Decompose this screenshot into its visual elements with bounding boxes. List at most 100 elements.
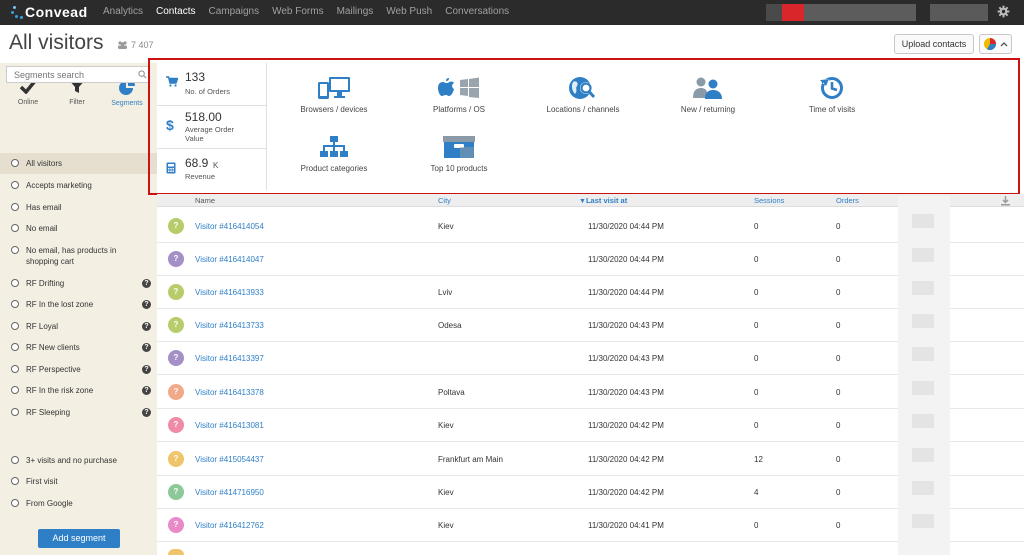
convead-logo[interactable]: Convead: [10, 2, 88, 22]
visitor-city: Lviv: [438, 288, 453, 297]
radio-button[interactable]: [11, 386, 19, 394]
redacted-cell: [912, 214, 934, 228]
help-icon[interactable]: ?: [142, 408, 151, 417]
radio-button[interactable]: [11, 203, 19, 211]
table-row[interactable]: ? Visitor #416414047 11/30/2020 04:44 PM…: [157, 243, 1024, 276]
help-icon[interactable]: ?: [142, 300, 151, 309]
visitor-name-link[interactable]: Visitor #416413933: [195, 288, 264, 297]
visitor-city: Kiev: [438, 222, 454, 231]
segment-label: No email: [26, 224, 58, 233]
nav-contacts[interactable]: Contacts: [156, 6, 195, 17]
online-tool-label: Online: [17, 99, 39, 106]
visitor-orders: 0: [836, 354, 841, 363]
nav-mailings[interactable]: Mailings: [337, 6, 374, 17]
visitor-last-visit: 11/30/2020 04:43 PM: [588, 388, 664, 397]
table-row[interactable]: ? Visitor #416413397 11/30/2020 04:43 PM…: [157, 342, 1024, 375]
redacted-cell: [912, 514, 934, 528]
table-row[interactable]: ? Visitor #416413733 Odesa 11/30/2020 04…: [157, 309, 1024, 342]
nav-analytics[interactable]: Analytics: [103, 6, 143, 17]
column-orders[interactable]: Orders: [836, 196, 859, 205]
avatar: ?: [168, 317, 184, 333]
help-icon[interactable]: ?: [142, 365, 151, 374]
segments-tool[interactable]: Segments: [107, 79, 147, 107]
visitor-name-link[interactable]: Visitor #416413081: [195, 421, 264, 430]
nav-web-forms[interactable]: Web Forms: [272, 6, 324, 17]
nav-conversations[interactable]: Conversations: [445, 6, 509, 17]
online-tool[interactable]: Online: [8, 79, 48, 106]
radio-button[interactable]: [11, 181, 19, 189]
radio-button[interactable]: [11, 365, 19, 373]
table-row[interactable]: ? Visitor #416412762 Kiev 11/30/2020 04:…: [157, 509, 1024, 542]
visitor-name-link[interactable]: Visitor #416414047: [195, 255, 264, 264]
segment-label: Has email: [26, 203, 62, 212]
help-icon[interactable]: ?: [142, 386, 151, 395]
redacted-cell: [912, 448, 934, 462]
redacted-account-menu[interactable]: [930, 4, 988, 21]
logo-dots-icon: [10, 3, 24, 21]
radio-button[interactable]: [11, 322, 19, 330]
nav-campaigns[interactable]: Campaigns: [208, 6, 259, 17]
radio-button[interactable]: [11, 456, 19, 464]
help-icon[interactable]: ?: [142, 343, 151, 352]
visitor-city: Kiev: [438, 488, 454, 497]
visitor-sessions: 12: [754, 455, 763, 464]
column-sessions[interactable]: Sessions: [754, 196, 784, 205]
visitor-name-link[interactable]: Visitor #415054437: [195, 455, 264, 464]
users-icon: [118, 41, 127, 49]
chart-toggle-button[interactable]: [979, 34, 1012, 54]
visitor-name-link[interactable]: Visitor #416413378: [195, 388, 264, 397]
visitor-count: 7 407: [117, 40, 154, 50]
pie-chart-icon: [984, 38, 996, 51]
add-segment-button[interactable]: Add segment: [38, 529, 120, 548]
filter-tool[interactable]: Filter: [57, 79, 97, 106]
table-row[interactable]: ? Visitor #414716950 Kiev 11/30/2020 04:…: [157, 476, 1024, 509]
radio-button[interactable]: [11, 300, 19, 308]
redacted-cell: [912, 414, 934, 428]
search-icon[interactable]: [138, 70, 147, 79]
radio-button[interactable]: [11, 343, 19, 351]
radio-button[interactable]: [11, 159, 19, 167]
gear-icon[interactable]: [997, 5, 1010, 18]
visitor-count-value: 7 407: [131, 40, 154, 50]
avatar: ?: [168, 417, 184, 433]
visitor-name-link[interactable]: Visitor #416412762: [195, 521, 264, 530]
table-row[interactable]: ? Visitor #416414054 Kiev 11/30/2020 04:…: [157, 210, 1024, 243]
visitor-name-link[interactable]: Visitor #416413397: [195, 354, 264, 363]
help-icon[interactable]: ?: [142, 322, 151, 331]
visitor-sessions: 0: [754, 255, 759, 264]
avatar: ?: [168, 251, 184, 267]
segment-label: From Google: [26, 499, 73, 508]
segment-item[interactable]: All visitors: [0, 153, 157, 174]
redacted-account-name: [782, 4, 804, 21]
column-city[interactable]: City: [438, 196, 451, 205]
radio-button[interactable]: [11, 279, 19, 287]
radio-button[interactable]: [11, 224, 19, 232]
table-row[interactable]: ? Visitor #415054437 Frankfurt am Main 1…: [157, 443, 1024, 476]
column-last-visit-label: Last visit at: [585, 196, 628, 205]
redacted-cell: [912, 248, 934, 262]
table-row[interactable]: ? Visitor #416413933 Lviv 11/30/2020 04:…: [157, 276, 1024, 309]
column-last-visit[interactable]: ▼Last visit at: [579, 196, 627, 205]
filter-tool-label: Filter: [69, 99, 85, 106]
visitor-name-link[interactable]: Visitor #414716950: [195, 488, 264, 497]
radio-button[interactable]: [11, 246, 19, 254]
radio-button[interactable]: [11, 499, 19, 507]
column-name[interactable]: Name: [195, 196, 215, 205]
visitor-name-link[interactable]: Visitor #416413733: [195, 321, 264, 330]
visitor-sessions: 0: [754, 521, 759, 530]
visitor-last-visit: 11/30/2020 04:44 PM: [588, 222, 664, 231]
visitor-orders: 0: [836, 388, 841, 397]
radio-button[interactable]: [11, 477, 19, 485]
segment-label: Accepts marketing: [26, 181, 92, 190]
table-row[interactable]: ? Visitor #416413378 Poltava 11/30/2020 …: [157, 376, 1024, 409]
visitor-name-link[interactable]: Visitor #416414054: [195, 222, 264, 231]
table-row[interactable]: ? Visitor #416413081 Kiev 11/30/2020 04:…: [157, 409, 1024, 442]
upload-contacts-button[interactable]: Upload contacts: [894, 34, 974, 54]
segments-search-input[interactable]: [6, 66, 150, 83]
help-icon[interactable]: ?: [142, 279, 151, 288]
radio-button[interactable]: [11, 408, 19, 416]
download-icon[interactable]: [1000, 195, 1011, 206]
visitor-orders: 0: [836, 321, 841, 330]
visitor-city: Poltava: [438, 388, 465, 397]
nav-web-push[interactable]: Web Push: [386, 6, 432, 17]
